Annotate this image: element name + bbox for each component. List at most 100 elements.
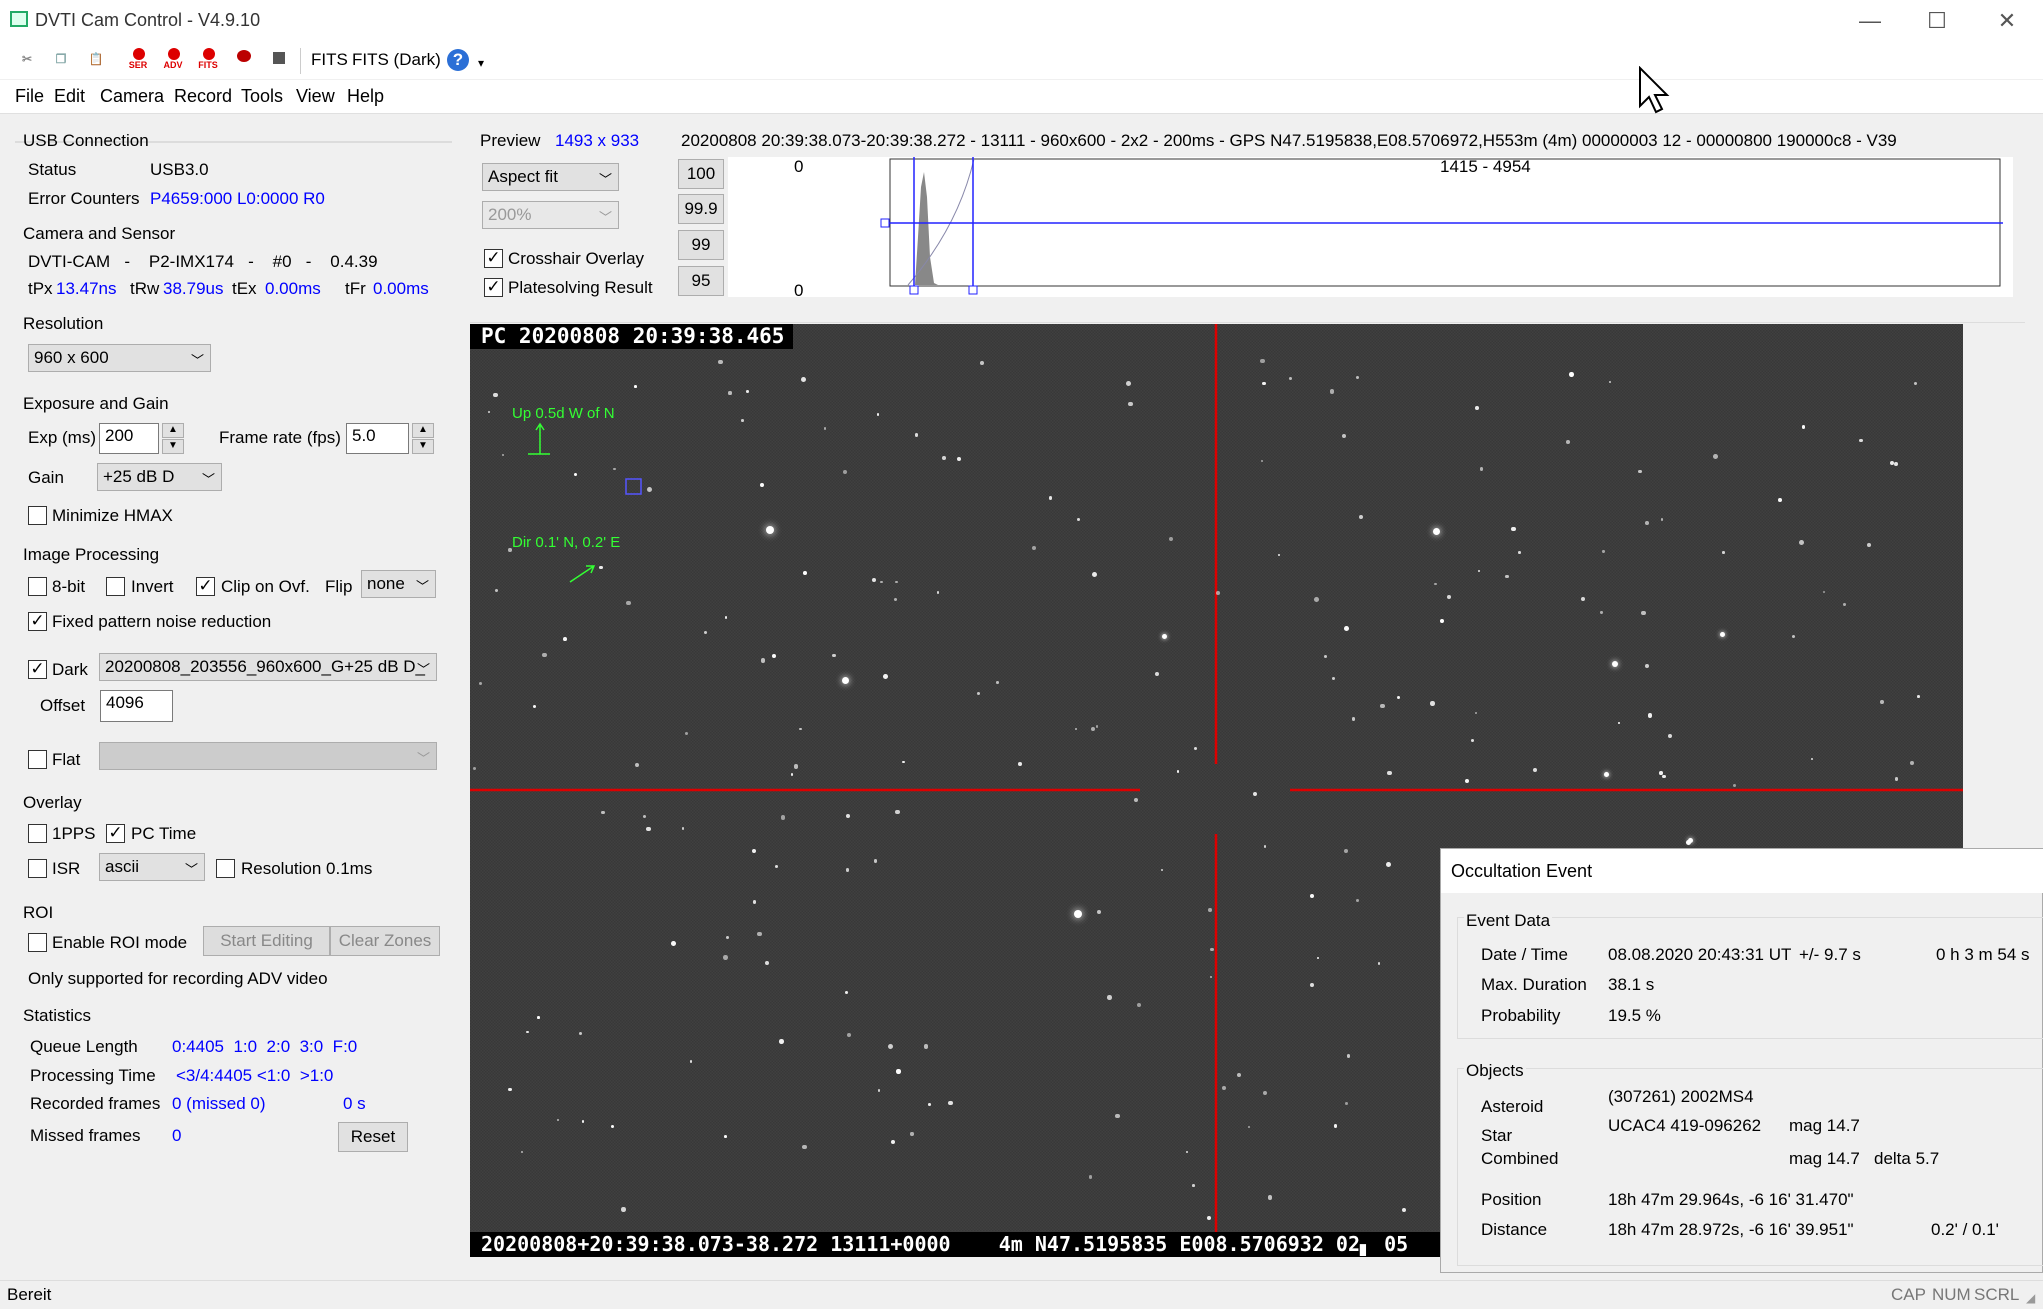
fpn-checkbox[interactable]: ✓ bbox=[28, 612, 47, 631]
flat-label: Flat bbox=[52, 750, 81, 769]
star-point bbox=[846, 813, 851, 818]
chevron-down-icon: ﹀ bbox=[201, 472, 215, 487]
dark-checkbox[interactable]: ✓ bbox=[28, 660, 47, 679]
queue-length-label: Queue Length bbox=[30, 1037, 138, 1056]
offset-input[interactable]: 4096 bbox=[100, 690, 173, 722]
flat-file-select[interactable]: ﹀ bbox=[99, 742, 437, 770]
scrl-indicator: SCRL bbox=[1974, 1285, 2020, 1304]
star-point bbox=[823, 427, 826, 430]
start-editing-button[interactable]: Start Editing bbox=[203, 926, 330, 956]
star-point bbox=[1511, 526, 1516, 532]
toolbar-separator bbox=[300, 48, 301, 74]
8bit-checkbox[interactable] bbox=[28, 577, 47, 596]
star-point bbox=[1722, 551, 1725, 554]
star-point bbox=[793, 763, 799, 769]
framerate-input[interactable]: 5.0 bbox=[346, 423, 409, 454]
minimize-button[interactable]: — bbox=[1835, 0, 1905, 41]
stop-icon[interactable] bbox=[273, 52, 285, 64]
framerate-up-button[interactable]: ▲ bbox=[412, 423, 434, 438]
paste-icon[interactable]: 📋 bbox=[84, 47, 108, 71]
star-point bbox=[802, 1144, 807, 1149]
isr-checkbox[interactable] bbox=[28, 859, 47, 878]
help-icon[interactable]: ? bbox=[447, 49, 469, 71]
toolbar-overflow-icon[interactable]: ▾ bbox=[478, 56, 484, 70]
framerate-down-button[interactable]: ▼ bbox=[412, 439, 434, 454]
flip-select[interactable]: none ﹀ bbox=[361, 570, 436, 598]
star-point bbox=[1474, 406, 1479, 411]
zoom-select[interactable]: 200% ﹀ bbox=[482, 201, 619, 229]
flat-checkbox[interactable] bbox=[28, 750, 47, 769]
star-point bbox=[599, 565, 603, 569]
max-duration-label: Max. Duration bbox=[1481, 975, 1587, 994]
star-point bbox=[1432, 527, 1440, 535]
minimize-hmax-checkbox[interactable] bbox=[28, 506, 47, 525]
queue-length-value: 0:4405 1:0 2:0 3:0 F:0 bbox=[172, 1037, 358, 1056]
crosshair-checkbox[interactable]: ✓ bbox=[484, 249, 503, 268]
menu-view[interactable]: View bbox=[296, 86, 335, 107]
star-point bbox=[1791, 634, 1796, 638]
clip-checkbox[interactable]: ✓ bbox=[196, 577, 215, 596]
star-point bbox=[1917, 694, 1921, 698]
datetime-error: +/- 9.7 s bbox=[1799, 945, 1861, 964]
star-point bbox=[956, 456, 961, 461]
menu-file[interactable]: File bbox=[15, 86, 44, 107]
star-point bbox=[621, 1207, 626, 1212]
resolution-01ms-label: Resolution 0.1ms bbox=[241, 859, 373, 878]
fit-select[interactable]: Aspect fit ﹀ bbox=[482, 163, 619, 191]
exp-input[interactable]: 200 bbox=[99, 423, 159, 454]
tex-value: 0.00ms bbox=[265, 279, 321, 298]
stretch-95-button[interactable]: 95 bbox=[678, 266, 724, 296]
close-button[interactable]: ✕ bbox=[1972, 0, 2042, 41]
copy-icon[interactable]: ❐ bbox=[49, 47, 73, 71]
resolution-01ms-checkbox[interactable] bbox=[216, 859, 235, 878]
star-point bbox=[948, 1100, 953, 1105]
position-value: 18h 47m 29.964s, -6 16' 31.470" bbox=[1608, 1190, 1854, 1209]
platesolve-checkbox[interactable]: ✓ bbox=[484, 278, 503, 297]
cut-icon[interactable]: ✂ bbox=[15, 47, 39, 71]
histogram[interactable]: 0 0 1415 - 4954 bbox=[728, 157, 2013, 300]
enable-roi-checkbox[interactable] bbox=[28, 933, 47, 952]
star-point bbox=[1267, 1194, 1273, 1200]
star-point bbox=[980, 360, 985, 365]
star-point bbox=[1048, 496, 1052, 500]
star-point bbox=[790, 772, 794, 776]
invert-checkbox[interactable] bbox=[106, 577, 125, 596]
star-point bbox=[1358, 515, 1363, 520]
framerate-label: Frame rate (fps) bbox=[219, 428, 341, 447]
menu-camera[interactable]: Camera bbox=[100, 86, 164, 107]
star-point bbox=[1713, 453, 1719, 459]
fits-dark-button[interactable]: FITS (Dark) bbox=[352, 50, 441, 70]
clear-zones-button[interactable]: Clear Zones bbox=[330, 926, 440, 956]
tpx-value: 13.47ns bbox=[56, 279, 117, 298]
menu-help[interactable]: Help bbox=[347, 86, 384, 107]
fits-button[interactable]: FITS bbox=[311, 50, 348, 70]
stretch-999-button[interactable]: 99.9 bbox=[678, 194, 724, 224]
menu-tools[interactable]: Tools bbox=[241, 86, 283, 107]
menu-record[interactable]: Record bbox=[174, 86, 232, 107]
probability-value: 19.5 % bbox=[1608, 1006, 1661, 1025]
isr-mode-select[interactable]: ascii ﹀ bbox=[99, 853, 205, 881]
resolution-select[interactable]: 960 x 600 ﹀ bbox=[28, 344, 211, 372]
record-icon[interactable] bbox=[237, 50, 251, 62]
1pps-checkbox[interactable] bbox=[28, 824, 47, 843]
title-bar: DVTI Cam Control - V4.9.10 — ☐ ✕ bbox=[0, 0, 2043, 41]
stretch-100-button[interactable]: 100 bbox=[678, 159, 724, 189]
resize-grip-icon[interactable]: ◢ bbox=[2026, 1291, 2035, 1305]
exp-up-button[interactable]: ▲ bbox=[162, 423, 184, 438]
star-point bbox=[1215, 591, 1220, 596]
menu-edit[interactable]: Edit bbox=[54, 86, 85, 107]
star-point bbox=[1386, 861, 1392, 867]
combined-delta: delta 5.7 bbox=[1874, 1149, 1940, 1168]
dark-file-select[interactable]: 20200808_203556_960x600_G+25 dB D_ ﹀ bbox=[99, 653, 437, 681]
stretch-99-button[interactable]: 99 bbox=[678, 230, 724, 260]
gain-select[interactable]: +25 dB D ﹀ bbox=[97, 463, 222, 491]
resolution-value: 960 x 600 bbox=[34, 348, 109, 367]
maximize-button[interactable]: ☐ bbox=[1902, 0, 1972, 41]
exp-down-button[interactable]: ▼ bbox=[162, 439, 184, 454]
chevron-down-icon: ﹀ bbox=[184, 862, 198, 877]
reset-button[interactable]: Reset bbox=[338, 1122, 408, 1152]
pctime-checkbox[interactable]: ✓ bbox=[106, 824, 125, 843]
star-point bbox=[562, 637, 567, 642]
trw-value: 38.79us bbox=[163, 279, 224, 298]
star-point bbox=[1088, 1175, 1093, 1179]
